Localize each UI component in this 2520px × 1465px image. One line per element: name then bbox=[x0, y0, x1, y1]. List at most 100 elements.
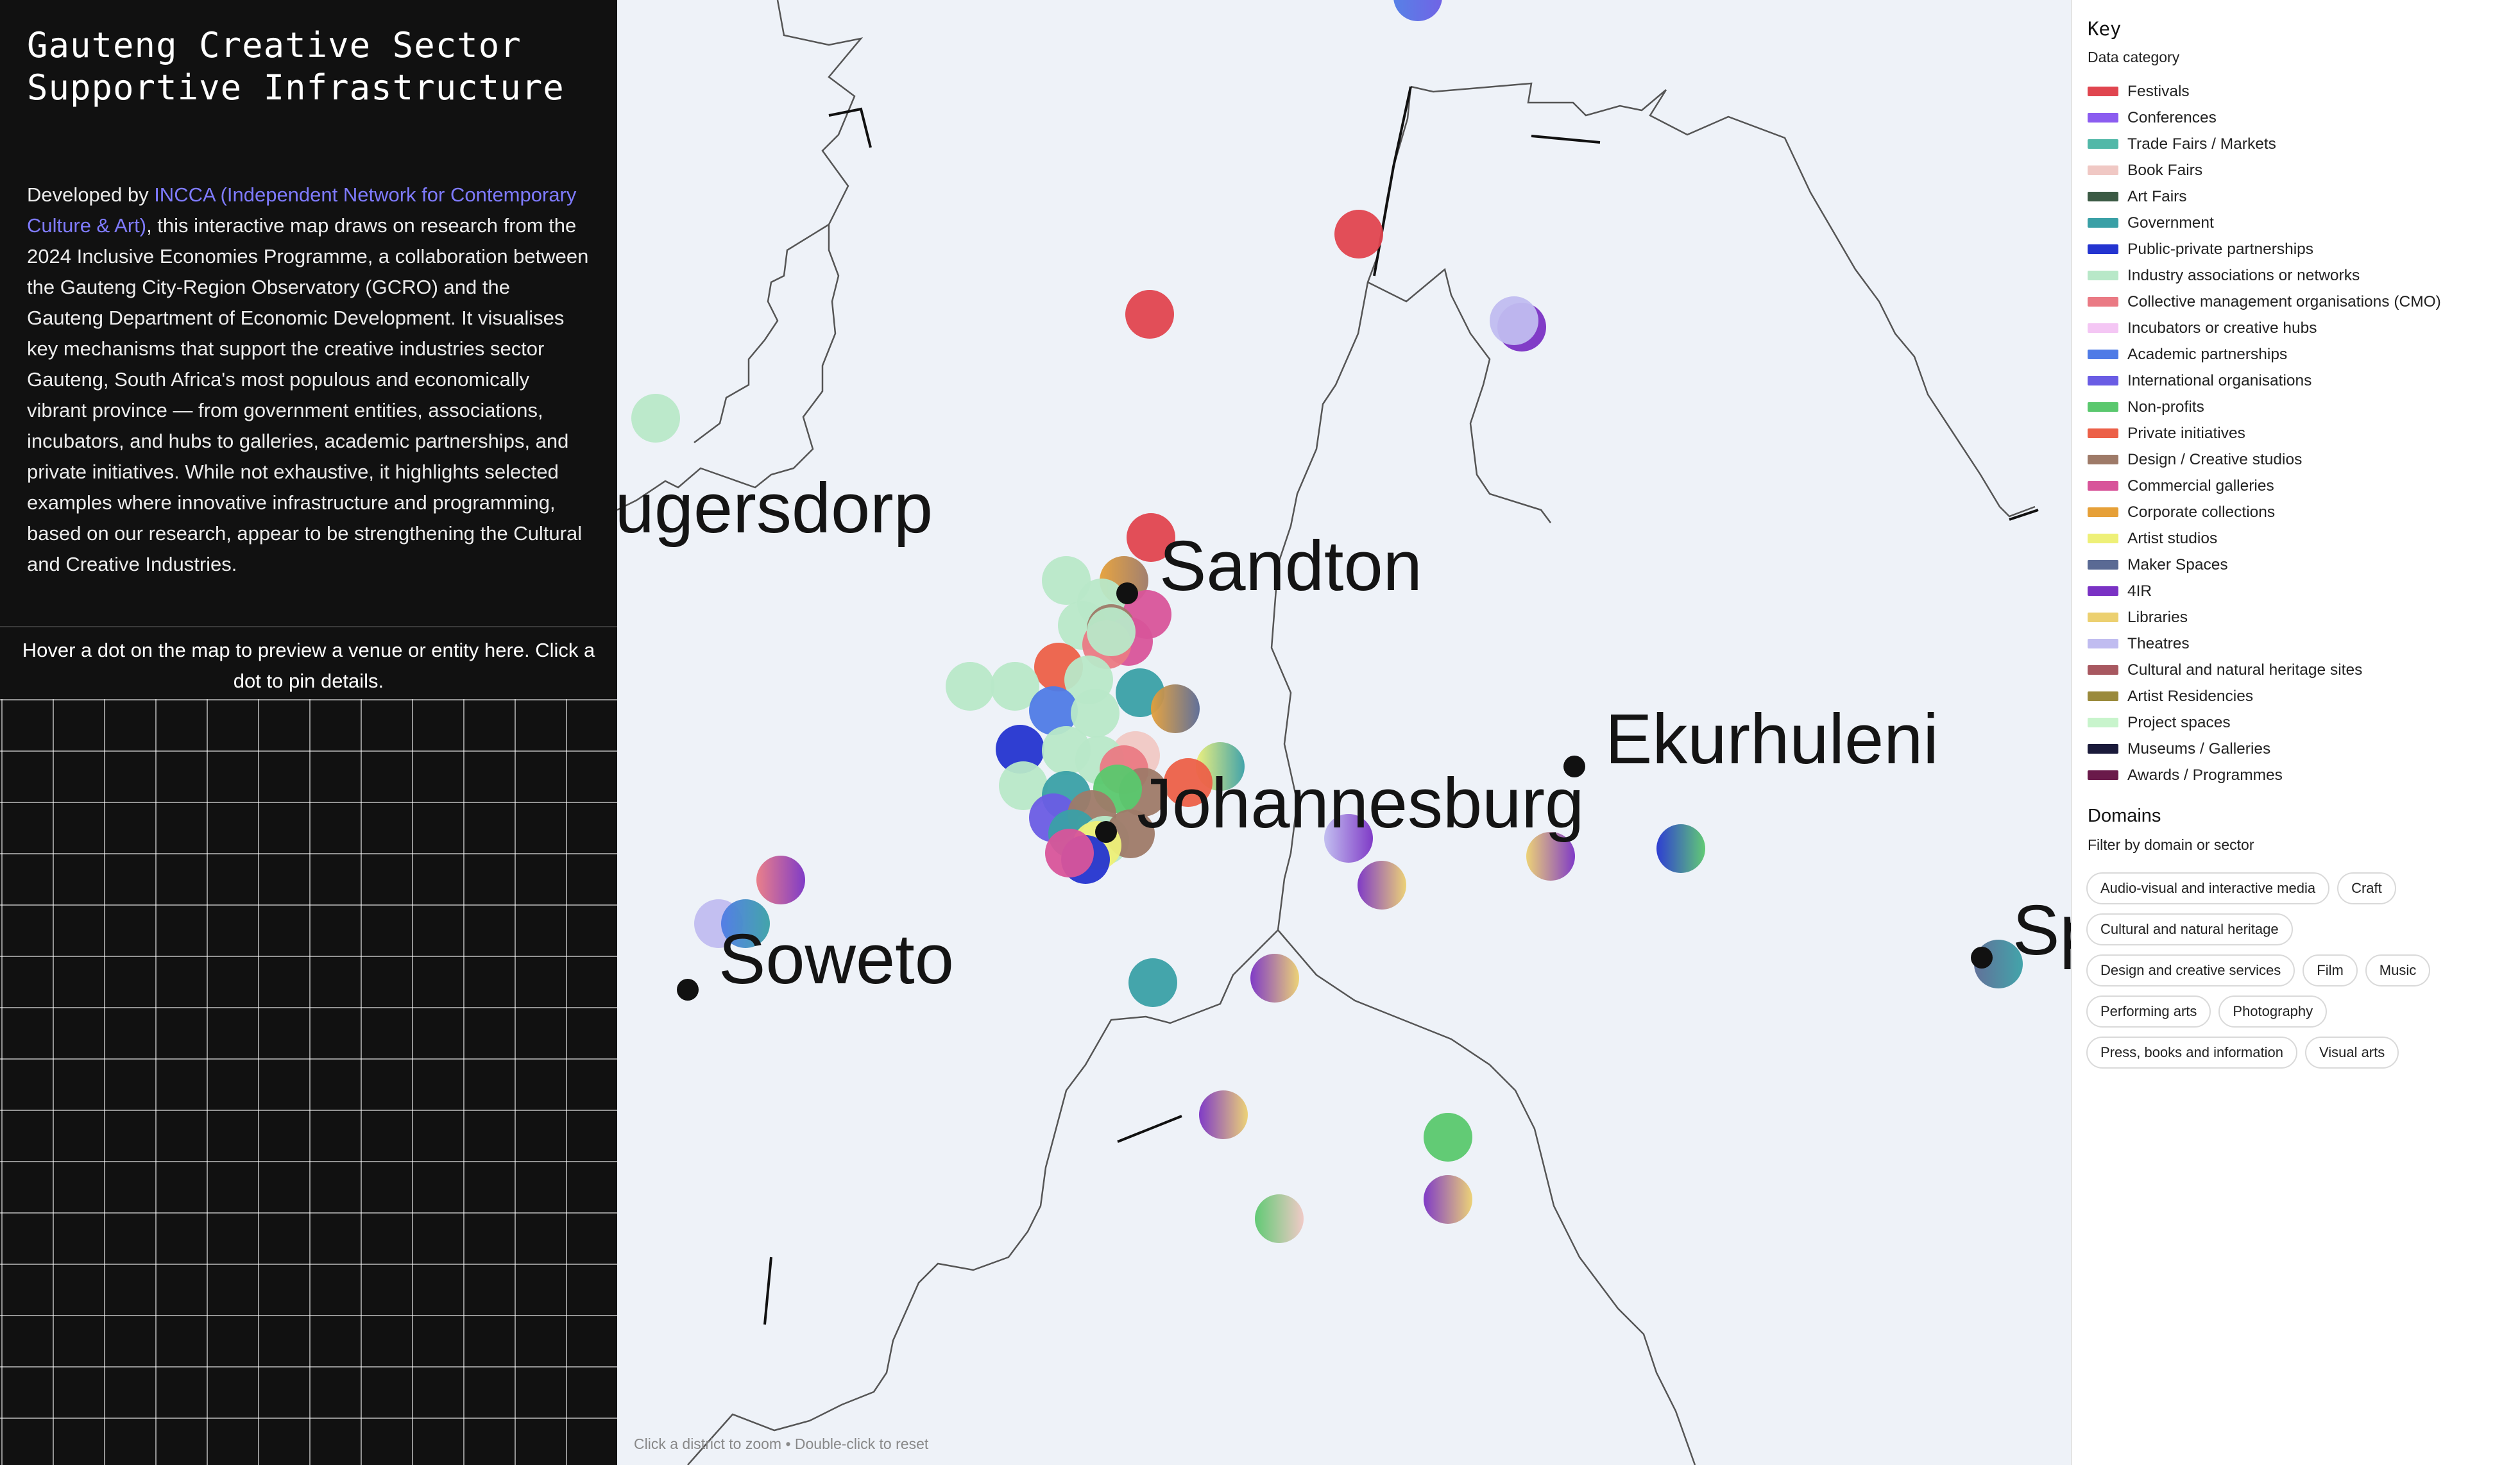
key-label: Art Fairs bbox=[2127, 187, 2187, 205]
key-item: Museums / Galleries bbox=[2088, 736, 2511, 762]
key-label: Government bbox=[2127, 214, 2214, 232]
venue-dot[interactable] bbox=[1656, 824, 1705, 873]
key-item: Theatres bbox=[2088, 631, 2511, 657]
key-swatch bbox=[2088, 718, 2118, 727]
key-item: Non-profits bbox=[2088, 394, 2511, 420]
map-area[interactable]: Krugersdorp Sandton Johannesburg Ekurhuleni… bbox=[617, 0, 2071, 1465]
intro-body: , this interactive map draws on research… bbox=[27, 214, 589, 575]
map-svg[interactable]: Krugersdorp Sandton Johannesburg Ekurhuleni… bbox=[617, 0, 2071, 1465]
key-item: Festivals bbox=[2088, 78, 2511, 105]
district-boundary-east[interactable] bbox=[1277, 929, 1696, 1465]
key-item: Libraries bbox=[2088, 604, 2511, 631]
venue-dot[interactable] bbox=[1045, 829, 1094, 877]
domain-chip[interactable]: Music bbox=[2365, 954, 2431, 987]
key-item: Commercial galleries bbox=[2088, 473, 2511, 499]
key-item: Private initiatives bbox=[2088, 420, 2511, 446]
venue-dot[interactable] bbox=[1087, 607, 1136, 656]
venue-dot[interactable] bbox=[631, 394, 680, 443]
intro-description: Developed by INCCA (Independent Network … bbox=[27, 180, 592, 580]
domain-chip[interactable]: Visual arts bbox=[2304, 1037, 2399, 1069]
domain-chip[interactable]: Craft bbox=[2337, 872, 2396, 904]
key-item: Public-private partnerships bbox=[2088, 236, 2511, 262]
key-list: Festivals Conferences Trade Fairs / Market… bbox=[2088, 78, 2511, 788]
venue-dots[interactable] bbox=[631, 0, 2023, 1243]
venue-dot[interactable] bbox=[1255, 1194, 1304, 1243]
key-swatch bbox=[2088, 165, 2118, 175]
venue-dot[interactable] bbox=[1358, 861, 1406, 910]
venue-dot[interactable] bbox=[1125, 290, 1174, 339]
domain-chip[interactable]: Design and creative services bbox=[2086, 954, 2295, 987]
city-label: Sandton bbox=[1159, 527, 1422, 605]
key-item: Maker Spaces bbox=[2088, 552, 2511, 578]
sidebar-panel: Gauteng Creative Sector Supportive Infra… bbox=[0, 0, 617, 1465]
domain-chip[interactable]: Audio-visual and interactive media bbox=[2086, 872, 2330, 904]
key-swatch bbox=[2088, 691, 2118, 701]
key-swatch bbox=[2088, 770, 2118, 780]
domains-title: Domains bbox=[2088, 806, 2161, 826]
venue-dot[interactable] bbox=[756, 856, 805, 904]
boundary-accent-1 bbox=[828, 107, 872, 148]
venue-dot[interactable] bbox=[1424, 1175, 1472, 1224]
key-item: Design / Creative studios bbox=[2088, 446, 2511, 473]
key-item: Awards / Programmes bbox=[2088, 762, 2511, 788]
domain-chip[interactable]: Photography bbox=[2218, 995, 2328, 1028]
key-label: Design / Creative studios bbox=[2127, 450, 2303, 468]
page-title: Gauteng Creative Sector Supportive Infra… bbox=[27, 24, 592, 109]
venue-dot[interactable] bbox=[1393, 0, 1442, 21]
venue-dot[interactable] bbox=[946, 662, 994, 711]
city-label: Springs bbox=[2013, 891, 2071, 970]
key-swatch bbox=[2088, 744, 2118, 754]
venue-dot[interactable] bbox=[1490, 296, 1538, 345]
city-marker bbox=[1971, 947, 1993, 969]
city-marker bbox=[1116, 582, 1138, 604]
key-swatch bbox=[2088, 350, 2118, 359]
key-swatch bbox=[2088, 297, 2118, 307]
key-item: Artist Residencies bbox=[2088, 683, 2511, 709]
key-label: Corporate collections bbox=[2127, 503, 2276, 521]
venue-dot[interactable] bbox=[1334, 210, 1383, 258]
key-label: Project spaces bbox=[2127, 713, 2231, 731]
key-swatch bbox=[2088, 244, 2118, 254]
key-swatch bbox=[2088, 402, 2118, 412]
venue-dot[interactable] bbox=[1250, 954, 1299, 1003]
key-item: Industry associations or networks bbox=[2088, 262, 2511, 289]
domain-chip[interactable]: Cultural and natural heritage bbox=[2086, 913, 2293, 945]
key-label: Maker Spaces bbox=[2127, 555, 2228, 573]
key-item: Collective management organisations (CMO… bbox=[2088, 289, 2511, 315]
key-label: International organisations bbox=[2127, 371, 2312, 389]
boundary-accent-5 bbox=[763, 1257, 772, 1325]
venue-dot[interactable] bbox=[1424, 1113, 1472, 1162]
city-labels: Krugersdorp Sandton Johannesburg Ekurhuleni… bbox=[617, 469, 2071, 1001]
city-label: Johannesburg bbox=[1137, 764, 1584, 843]
key-label: Book Fairs bbox=[2127, 161, 2203, 179]
key-item: Government bbox=[2088, 210, 2511, 236]
key-label: Industry associations or networks bbox=[2127, 266, 2360, 284]
venue-dot[interactable] bbox=[1151, 684, 1200, 733]
domain-chip[interactable]: Press, books and information bbox=[2086, 1037, 2297, 1069]
city-label: Krugersdorp bbox=[617, 469, 933, 548]
key-label: Academic partnerships bbox=[2127, 345, 2288, 363]
key-item: Incubators or creative hubs bbox=[2088, 315, 2511, 341]
key-item: Art Fairs bbox=[2088, 183, 2511, 210]
domain-chips: Audio-visual and interactive media Craft C… bbox=[2086, 872, 2503, 1069]
venue-dot[interactable] bbox=[1199, 1090, 1248, 1139]
key-item: Cultural and natural heritage sites bbox=[2088, 657, 2511, 683]
key-label: Cultural and natural heritage sites bbox=[2127, 661, 2363, 679]
venue-dot[interactable] bbox=[1128, 958, 1177, 1007]
boundary-accent-3 bbox=[1531, 135, 1601, 144]
key-label: Libraries bbox=[2127, 608, 2188, 626]
intro-prefix: Developed by bbox=[27, 183, 155, 206]
key-label: 4IR bbox=[2127, 582, 2152, 600]
key-item: Academic partnerships bbox=[2088, 341, 2511, 368]
page-title-line-2: Supportive Infrastructure bbox=[27, 67, 565, 108]
key-swatch bbox=[2088, 87, 2118, 96]
key-swatch bbox=[2088, 560, 2118, 570]
key-item: Artist studios bbox=[2088, 525, 2511, 552]
domain-chip[interactable]: Performing arts bbox=[2086, 995, 2211, 1028]
key-label: Public-private partnerships bbox=[2127, 240, 2314, 258]
key-label: Commercial galleries bbox=[2127, 477, 2274, 495]
key-swatch bbox=[2088, 218, 2118, 228]
domain-chip[interactable]: Film bbox=[2303, 954, 2358, 987]
key-label: Incubators or creative hubs bbox=[2127, 319, 2317, 337]
hover-preview-message: Hover a dot on the map to preview a venu… bbox=[0, 626, 617, 697]
